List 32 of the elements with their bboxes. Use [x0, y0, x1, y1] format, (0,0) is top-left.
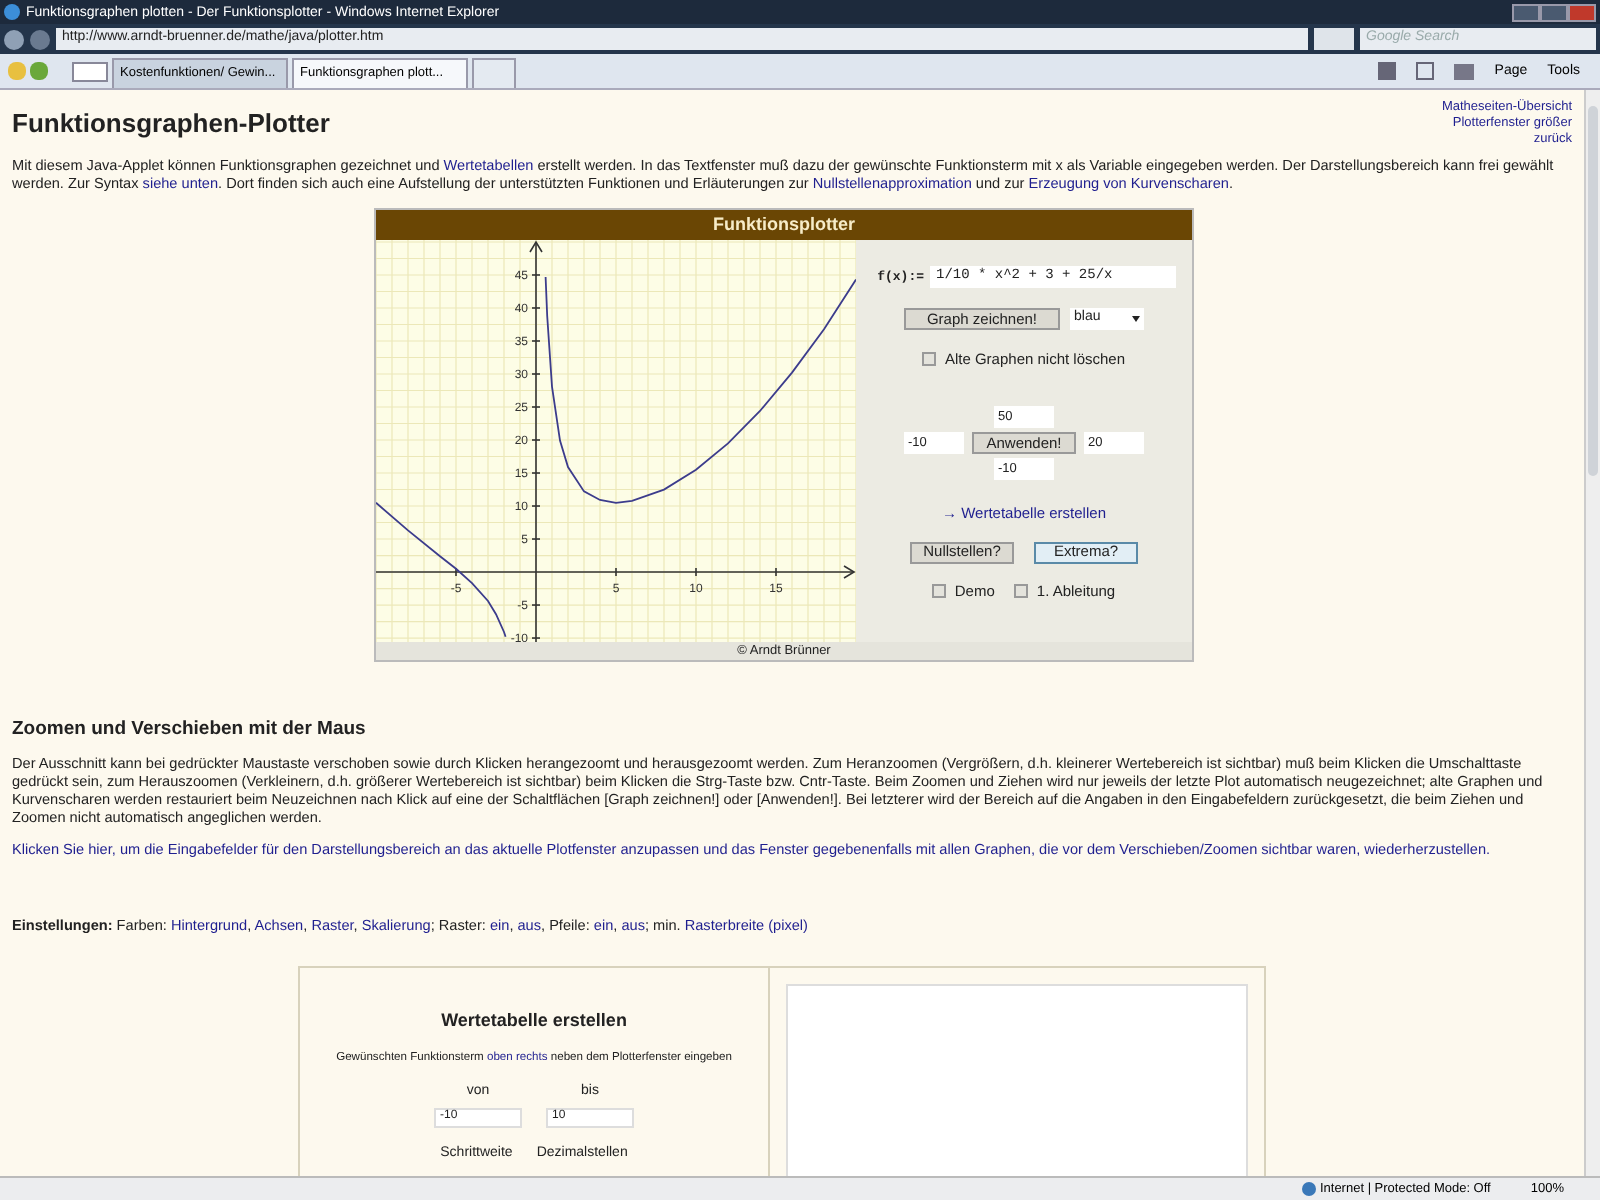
dropdown-caret-icon	[1132, 316, 1140, 322]
section-heading: Zoomen und Verschieben mit der Maus	[12, 716, 368, 744]
new-tab-button[interactable]	[472, 58, 516, 88]
tick-mark	[531, 340, 541, 342]
tick-mark	[531, 406, 541, 408]
tick-mark	[695, 567, 697, 577]
page-heading: Funktionsgraphen-Plotter	[12, 106, 330, 142]
browser-logo-icon	[4, 4, 20, 20]
scrollbar-thumb[interactable]	[1588, 106, 1598, 476]
tick-mark	[531, 637, 541, 639]
globe-icon	[1301, 1182, 1316, 1196]
tick-mark	[531, 307, 541, 309]
tick-mark	[531, 373, 541, 375]
tick-mark	[531, 538, 541, 540]
applet-title: Funktionsplotter	[376, 210, 1192, 240]
tick-mark	[531, 439, 541, 441]
tick-mark	[531, 274, 541, 276]
tick-mark	[531, 505, 541, 507]
checkbox[interactable]	[932, 583, 947, 598]
checkbox[interactable]	[922, 352, 937, 367]
tick-mark	[531, 472, 541, 474]
back-button[interactable]	[4, 29, 24, 49]
maximize-button[interactable]	[1540, 3, 1568, 21]
close-button[interactable]	[1568, 3, 1596, 21]
checkbox[interactable]	[1014, 583, 1029, 598]
tick-mark	[775, 567, 777, 577]
minimize-button[interactable]	[1512, 3, 1540, 21]
tick-mark	[615, 567, 617, 577]
panel-title: Wertetabelle erstellen	[441, 1008, 627, 1035]
forward-button[interactable]	[30, 29, 50, 49]
tick-mark	[531, 604, 541, 606]
tick-mark	[455, 567, 457, 577]
